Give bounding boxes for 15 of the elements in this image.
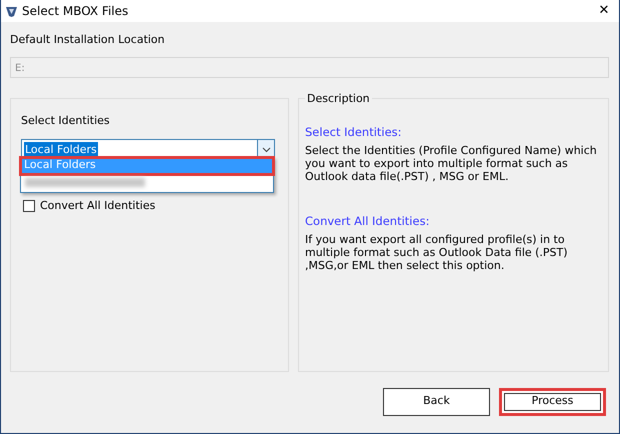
chevron-down-icon <box>262 146 270 152</box>
process-button[interactable]: Process <box>499 388 606 416</box>
section-heading: Convert All Identities: <box>305 212 430 230</box>
field-label: Default Installation Location <box>10 32 166 48</box>
back-button[interactable]: Back <box>383 388 490 416</box>
section-heading: Select Identities: <box>305 124 403 140</box>
window-title: Select MBOX Files <box>22 3 128 20</box>
checkbox-label: Convert All Identities <box>40 198 156 214</box>
checkbox[interactable] <box>23 200 35 212</box>
description-text: If you want export all configured profile(s) in to multiple format such as Outlook Data file (.PST) ,MSG,or EML then select this option. <box>305 233 569 272</box>
close-button[interactable]: ✕ <box>589 0 619 22</box>
app-icon <box>5 4 18 18</box>
description-text: Select the Identities (Profile Configured Name) which you want to export into multiple format such as Outlook data file(.PST) , MSG or EML. <box>305 144 598 183</box>
field-label: Select Identities <box>21 112 111 128</box>
group-legend: Description <box>305 90 372 107</box>
